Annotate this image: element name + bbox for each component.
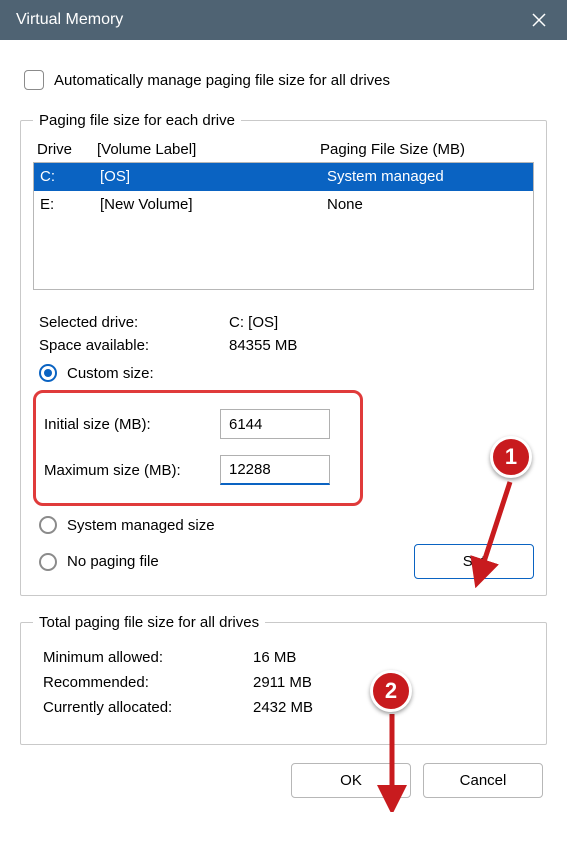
recommended-label: Recommended: [43, 674, 253, 691]
no-paging-radio[interactable] [39, 553, 57, 571]
drive-volume-label: [New Volume] [100, 193, 327, 217]
drive-paging-size: None [327, 193, 527, 217]
annotation-marker-2: 2 [370, 670, 412, 712]
min-allowed-value: 16 MB [253, 649, 296, 666]
titlebar: Virtual Memory [0, 0, 567, 40]
highlight-annotation: Initial size (MB): Maximum size (MB): [33, 390, 363, 506]
header-drive: Drive [37, 141, 97, 158]
window-title: Virtual Memory [16, 11, 123, 29]
totals-group: Total paging file size for all drives Mi… [20, 614, 547, 745]
initial-size-label: Initial size (MB): [44, 416, 220, 433]
auto-manage-label: Automatically manage paging file size fo… [54, 72, 390, 89]
cancel-button[interactable]: Cancel [423, 763, 543, 798]
drive-row[interactable]: E: [New Volume] None [34, 191, 533, 219]
header-paging-size: Paging File Size (MB) [320, 141, 530, 158]
drive-letter: C: [40, 165, 100, 189]
selected-drive-label: Selected drive: [39, 314, 229, 331]
totals-legend: Total paging file size for all drives [33, 614, 265, 631]
min-allowed-label: Minimum allowed: [43, 649, 253, 666]
close-icon [531, 12, 547, 28]
system-managed-label: System managed size [67, 517, 215, 534]
currently-allocated-value: 2432 MB [253, 699, 313, 716]
paging-per-drive-legend: Paging file size for each drive [33, 112, 241, 129]
paging-per-drive-group: Paging file size for each drive Drive [V… [20, 112, 547, 596]
currently-allocated-label: Currently allocated: [43, 699, 253, 716]
drive-row[interactable]: C: [OS] System managed [34, 163, 533, 191]
drive-letter: E: [40, 193, 100, 217]
auto-manage-checkbox[interactable] [24, 70, 44, 90]
no-paging-label: No paging file [67, 553, 159, 570]
maximum-size-label: Maximum size (MB): [44, 462, 220, 479]
annotation-arrow-1 [470, 478, 530, 588]
selected-drive-value: C: [OS] [229, 314, 278, 331]
annotation-arrow-2 [374, 712, 414, 812]
close-button[interactable] [527, 8, 551, 32]
drive-paging-size: System managed [327, 165, 527, 189]
recommended-value: 2911 MB [253, 674, 312, 691]
initial-size-input[interactable] [220, 409, 330, 439]
system-managed-radio[interactable] [39, 516, 57, 534]
space-available-value: 84355 MB [229, 337, 297, 354]
custom-size-label: Custom size: [67, 365, 154, 382]
space-available-label: Space available: [39, 337, 229, 354]
annotation-marker-1: 1 [490, 436, 532, 478]
drive-volume-label: [OS] [100, 165, 327, 189]
drive-list[interactable]: C: [OS] System managed E: [New Volume] N… [33, 162, 534, 290]
header-volume-label: [Volume Label] [97, 141, 320, 158]
drive-list-header: Drive [Volume Label] Paging File Size (M… [33, 139, 534, 162]
custom-size-radio[interactable] [39, 364, 57, 382]
maximum-size-input[interactable] [220, 455, 330, 485]
